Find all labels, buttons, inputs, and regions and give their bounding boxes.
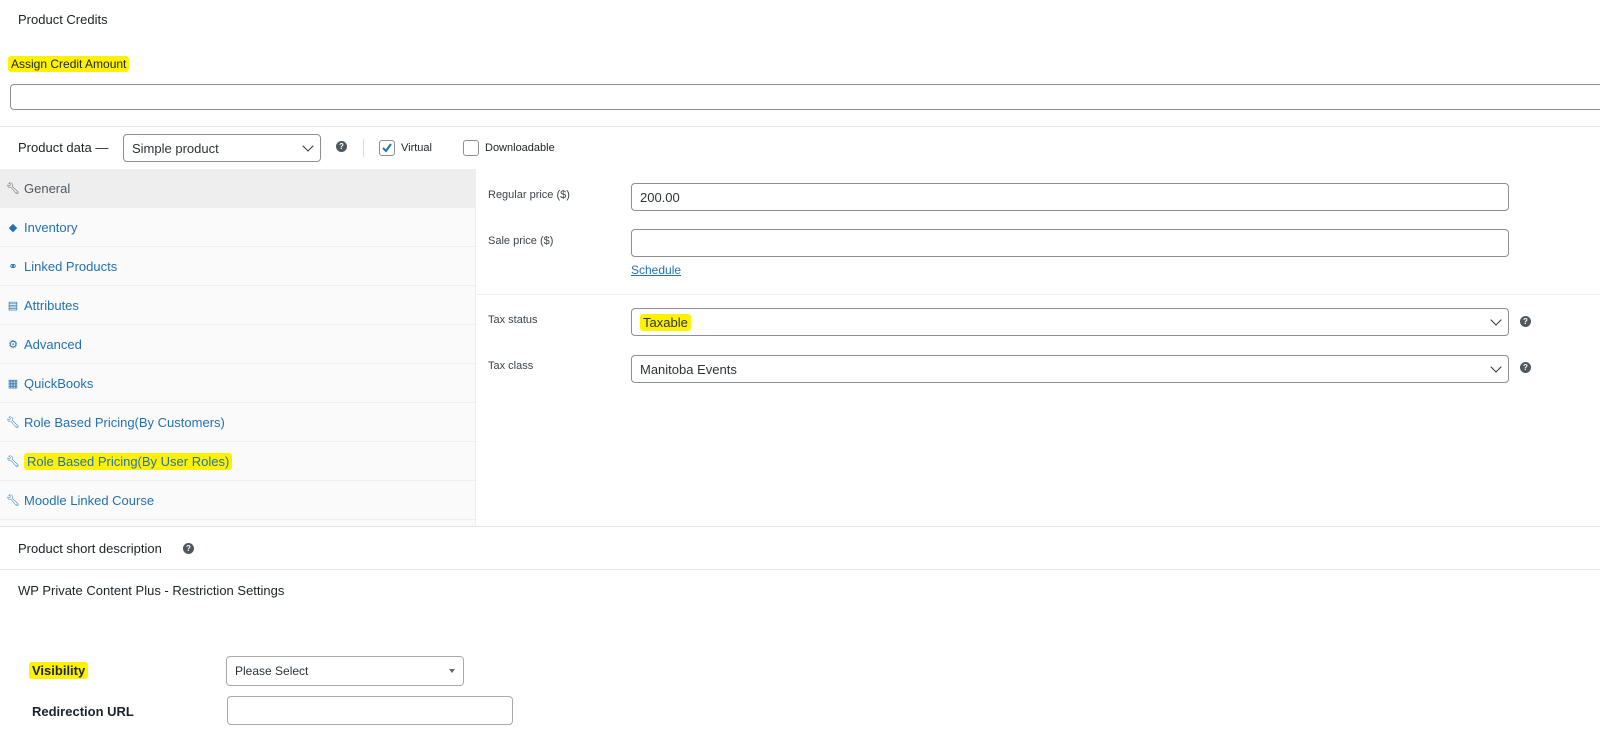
divider (0, 526, 1600, 527)
list-icon: ▤ (7, 299, 19, 312)
regular-price-label: Regular price ($) (488, 189, 570, 201)
virtual-label: Virtual (401, 142, 432, 154)
product-data-label: Product data — (18, 140, 109, 155)
product-data-tabs: 🔧︎ General ◆ Inventory ⚭ Linked Products ▤ A… (0, 169, 476, 526)
tab-advanced[interactable]: ⚙ Advanced (0, 325, 475, 364)
caret-down-icon (449, 669, 455, 673)
tab-label: Moodle Linked Course (24, 492, 155, 508)
tab-label: Inventory (24, 219, 78, 235)
tax-status-label: Tax status (488, 314, 538, 326)
wrench-icon: 🔧︎ (6, 416, 20, 429)
tax-status-value: Taxable (640, 313, 691, 331)
tab-label: Attributes (24, 297, 79, 313)
chevron-down-icon (302, 140, 314, 152)
tab-label: Advanced (24, 336, 82, 352)
redirection-url-label: Redirection URL (32, 704, 134, 719)
short-description-title: Product short description (18, 541, 162, 556)
tab-general[interactable]: 🔧︎ General (0, 169, 475, 208)
tab-attributes[interactable]: ▤ Attributes (0, 286, 475, 325)
help-icon[interactable]: ? (183, 543, 194, 554)
tab-quickbooks[interactable]: ▦ QuickBooks (0, 364, 475, 403)
table-icon: ▦ (7, 377, 19, 390)
virtual-checkbox[interactable] (379, 140, 395, 156)
restriction-settings-title: WP Private Content Plus - Restriction Se… (18, 583, 285, 598)
tab-label: Role Based Pricing(By User Roles) (24, 452, 233, 470)
wrench-icon: 🔧︎ (6, 182, 20, 195)
regular-price-input[interactable] (631, 183, 1509, 211)
assign-credit-label: Assign Credit Amount (8, 56, 130, 72)
tab-label: Linked Products (24, 258, 118, 274)
tab-label: QuickBooks (24, 375, 94, 391)
separator (363, 139, 364, 157)
sale-price-input[interactable] (631, 229, 1509, 257)
redirection-url-input[interactable] (227, 696, 513, 725)
tax-class-value: Manitoba Events (640, 361, 737, 377)
tab-label: General (24, 180, 71, 196)
checkmark-icon (382, 143, 392, 153)
assign-credit-label-text: Assign Credit Amount (8, 56, 130, 72)
wrench-icon: 🔧︎ (6, 494, 20, 507)
chevron-down-icon (1490, 361, 1502, 373)
virtual-checkbox-group[interactable]: Virtual (379, 140, 432, 156)
visibility-select[interactable]: Please Select (226, 656, 464, 686)
tab-label: Role Based Pricing(By Customers) (24, 414, 225, 430)
panel-divider (477, 294, 1600, 295)
chevron-down-icon (1490, 314, 1502, 326)
tab-linked-products[interactable]: ⚭ Linked Products (0, 247, 475, 286)
tax-class-label: Tax class (488, 360, 534, 372)
downloadable-label: Downloadable (485, 142, 555, 154)
help-icon[interactable]: ? (1520, 362, 1531, 373)
divider (0, 569, 1600, 570)
visibility-value: Please Select (235, 664, 309, 678)
link-icon: ⚭ (8, 260, 18, 273)
help-icon[interactable]: ? (336, 141, 347, 152)
assign-credit-input[interactable] (10, 84, 1600, 110)
tab-role-pricing-customers[interactable]: 🔧︎ Role Based Pricing(By Customers) (0, 403, 475, 442)
divider (0, 126, 1600, 127)
downloadable-checkbox[interactable] (463, 140, 479, 156)
visibility-label: Visibility (29, 662, 89, 679)
wrench-icon: 🔧︎ (6, 455, 20, 468)
tax-class-select[interactable]: Manitoba Events (631, 355, 1509, 383)
tab-inventory[interactable]: ◆ Inventory (0, 208, 475, 247)
gear-icon: ⚙ (8, 338, 18, 351)
help-icon[interactable]: ? (1520, 316, 1531, 327)
product-credits-title: Product Credits (18, 12, 108, 27)
tab-moodle-linked-course[interactable]: 🔧︎ Moodle Linked Course (0, 481, 475, 520)
sale-price-label: Sale price ($) (488, 235, 554, 247)
product-type-value: Simple product (132, 140, 219, 156)
tag-icon: ◆ (8, 221, 18, 234)
tab-role-pricing-user-roles[interactable]: 🔧︎ Role Based Pricing(By User Roles) (0, 442, 475, 481)
downloadable-checkbox-group[interactable]: Downloadable (463, 140, 555, 156)
schedule-link[interactable]: Schedule (631, 263, 681, 277)
tax-status-select[interactable]: Taxable (631, 308, 1509, 336)
visibility-label-text: Visibility (29, 662, 89, 679)
product-type-select[interactable]: Simple product (123, 134, 321, 162)
